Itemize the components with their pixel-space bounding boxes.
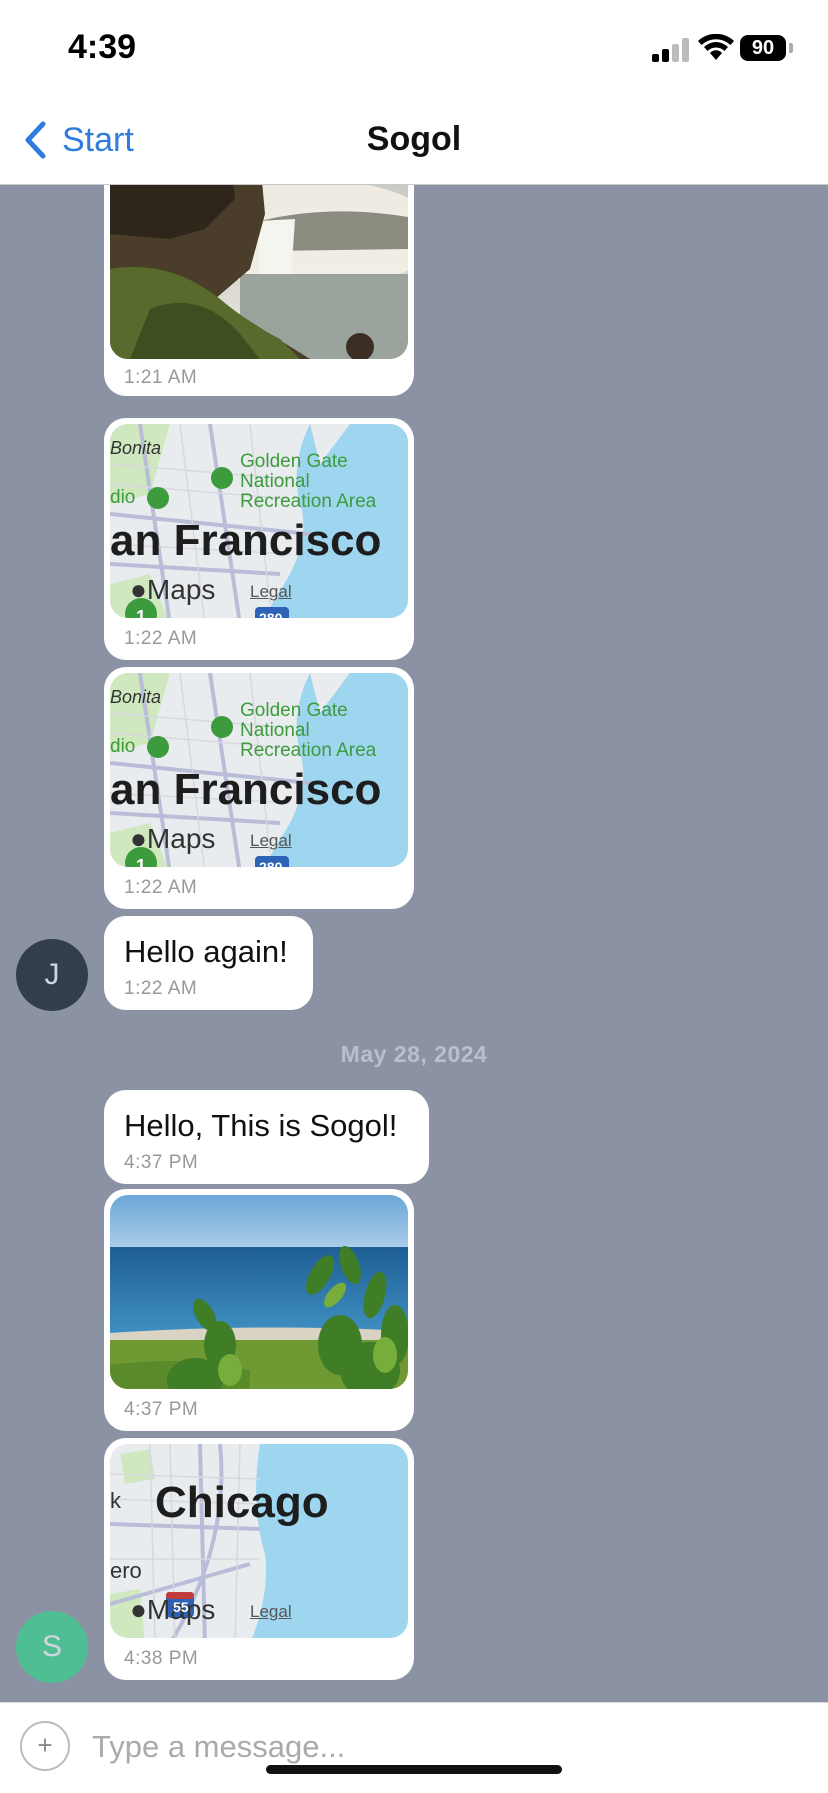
apple-maps-logo: ●Maps — [130, 574, 216, 605]
map-snapshot[interactable]: Bonita Golden Gate National Recreation A… — [110, 673, 408, 867]
home-indicator[interactable] — [266, 1765, 562, 1774]
map-legal-link[interactable]: Legal — [250, 831, 292, 851]
map-label: dio — [110, 736, 136, 757]
avatar[interactable]: S — [16, 1611, 88, 1683]
map-legal-link[interactable]: Legal — [250, 582, 292, 602]
map-label: dio — [110, 487, 136, 508]
map-message[interactable]: k Chicago ero ●Maps Legal 55 4:38 PM — [104, 1438, 414, 1680]
map-legal-link[interactable]: Legal — [250, 1602, 292, 1622]
message-time: 4:38 PM — [124, 1648, 199, 1669]
map-label: Bonita — [110, 438, 162, 458]
map-snapshot[interactable]: Bonita Golden Gate National Recreation A… — [110, 424, 408, 618]
map-park-label: Golden Gate National Recreation Area — [240, 700, 377, 761]
cellular-signal-icon — [652, 38, 690, 62]
highway-shield: 280 — [259, 610, 283, 618]
message-time: 1:22 AM — [124, 978, 198, 999]
chat-messages[interactable]: 1:21 AM Bonita Golden Gate National Recr… — [0, 185, 828, 1702]
highway-shield: 55 — [173, 1599, 189, 1615]
apple-icon: ● — [130, 1594, 147, 1625]
apple-icon: ● — [130, 823, 147, 854]
message-time: 1:22 AM — [124, 877, 198, 898]
image-message[interactable]: 1:21 AM — [104, 185, 414, 396]
map-city-label: an Francisco — [110, 516, 382, 565]
route-shield: 1 — [136, 856, 147, 867]
apple-maps-logo: ●Maps — [130, 823, 216, 854]
map-message[interactable]: Bonita Golden Gate National Recreation A… — [104, 667, 414, 909]
status-bar: 4:39 90 — [0, 0, 828, 96]
map-label: k — [110, 1488, 121, 1513]
map-city-label: Chicago — [155, 1478, 329, 1527]
message-time: 4:37 PM — [124, 1152, 199, 1173]
battery-icon: 90 — [740, 35, 786, 61]
battery-tip — [789, 43, 793, 53]
apple-icon: ● — [130, 574, 147, 605]
message-time: 1:22 AM — [124, 628, 198, 649]
map-label: ero — [110, 1558, 142, 1583]
text-message[interactable]: Hello, This is Sogol! 4:37 PM — [104, 1090, 429, 1184]
message-image[interactable] — [110, 1195, 408, 1389]
wifi-icon — [698, 34, 734, 60]
message-text: Hello again! — [124, 934, 288, 969]
highway-shield: 280 — [259, 859, 283, 867]
attach-button[interactable]: + — [20, 1721, 70, 1771]
date-separator: May 28, 2024 — [340, 1041, 488, 1067]
map-city-label: an Francisco — [110, 765, 382, 814]
route-shield: 1 — [136, 607, 147, 618]
image-message[interactable]: 4:37 PM — [104, 1189, 414, 1431]
message-composer: + — [0, 1702, 828, 1793]
map-label: Bonita — [110, 687, 162, 707]
navigation-bar: Start Sogol — [0, 96, 828, 185]
status-time: 4:39 — [68, 28, 137, 66]
message-text: Hello, This is Sogol! — [124, 1108, 398, 1143]
map-message[interactable]: Bonita Golden Gate National Recreation A… — [104, 418, 414, 660]
message-time: 1:21 AM — [124, 367, 198, 388]
text-message[interactable]: Hello again! 1:22 AM — [104, 916, 313, 1010]
message-image[interactable] — [110, 185, 408, 359]
map-park-label: Golden Gate National Recreation Area — [240, 451, 377, 512]
message-time: 4:37 PM — [124, 1399, 199, 1420]
avatar[interactable]: J — [16, 939, 88, 1011]
map-snapshot[interactable]: k Chicago ero ●Maps Legal 55 — [110, 1444, 408, 1638]
conversation-title: Sogol — [366, 120, 462, 158]
